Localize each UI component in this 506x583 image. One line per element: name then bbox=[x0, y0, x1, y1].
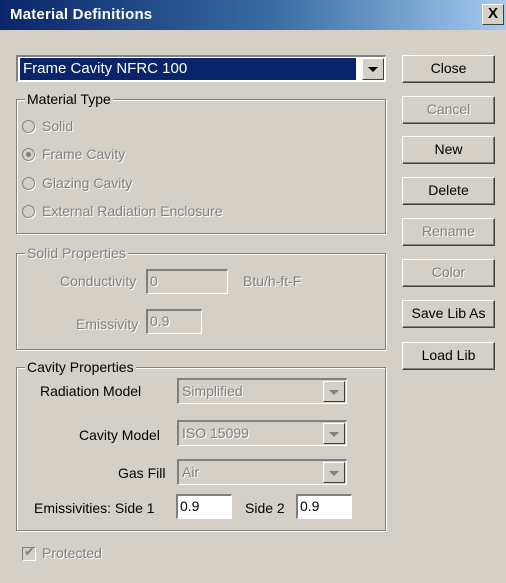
cavity-model-select[interactable]: ISO 15099 bbox=[177, 420, 347, 446]
emissivity-input[interactable]: 0.9 bbox=[146, 309, 202, 334]
radio-button-icon bbox=[22, 120, 35, 133]
cavity-properties-legend: Cavity Properties bbox=[25, 359, 136, 375]
radiation-model-dropdown-button[interactable] bbox=[323, 381, 345, 402]
title-bar[interactable]: Material Definitions X bbox=[0, 0, 506, 30]
radio-external-radiation-enclosure-label: External Radiation Enclosure bbox=[42, 203, 223, 219]
material-select[interactable]: Frame Cavity NFRC 100 bbox=[16, 55, 386, 82]
close-button[interactable]: Close bbox=[402, 55, 495, 83]
checkmark-icon: ✔ bbox=[24, 544, 35, 559]
material-select-value: Frame Cavity NFRC 100 bbox=[20, 58, 356, 80]
material-select-dropdown-button[interactable] bbox=[362, 58, 384, 80]
gas-fill-select[interactable]: Air bbox=[177, 459, 347, 485]
new-button[interactable]: New bbox=[402, 136, 495, 164]
cavity-model-label: Cavity Model bbox=[79, 427, 160, 443]
cancel-button[interactable]: Cancel bbox=[402, 96, 495, 124]
radio-button-icon bbox=[22, 205, 35, 218]
protected-label: Protected bbox=[42, 545, 102, 561]
chevron-down-icon bbox=[329, 470, 339, 476]
solid-properties-group: Solid Properties bbox=[16, 245, 386, 350]
side2-emissivity-input[interactable]: 0.9 bbox=[296, 494, 352, 519]
gas-fill-dropdown-button[interactable] bbox=[323, 462, 345, 483]
close-icon[interactable]: X bbox=[482, 4, 504, 25]
emissivity-label: Emissivity bbox=[76, 316, 139, 332]
window-title: Material Definitions bbox=[10, 6, 153, 23]
delete-button[interactable]: Delete bbox=[402, 177, 495, 205]
radiation-model-value: Simplified bbox=[182, 383, 243, 399]
gas-fill-label: Gas Fill bbox=[118, 465, 166, 481]
conductivity-label: Conductivity bbox=[60, 273, 137, 289]
radio-button-icon bbox=[22, 177, 35, 190]
emissivities-side1-label: Emissivities: Side 1 bbox=[34, 500, 155, 516]
radiation-model-label: Radiation Model bbox=[40, 383, 142, 399]
solid-properties-legend: Solid Properties bbox=[25, 245, 128, 261]
rename-button[interactable]: Rename bbox=[402, 218, 495, 246]
save-lib-as-button[interactable]: Save Lib As bbox=[402, 300, 495, 328]
radio-frame-cavity-label: Frame Cavity bbox=[42, 146, 126, 162]
side1-emissivity-input[interactable]: 0.9 bbox=[176, 494, 232, 519]
chevron-down-icon bbox=[368, 67, 378, 72]
radiation-model-select[interactable]: Simplified bbox=[177, 378, 347, 404]
material-type-legend: Material Type bbox=[25, 91, 113, 107]
radio-button-selected-icon bbox=[22, 148, 35, 161]
radio-glazing-cavity-label: Glazing Cavity bbox=[42, 175, 133, 191]
conductivity-input[interactable]: 0 bbox=[146, 269, 228, 294]
load-lib-button[interactable]: Load Lib bbox=[402, 342, 495, 370]
radio-solid-label: Solid bbox=[42, 118, 74, 134]
chevron-down-icon bbox=[329, 389, 339, 395]
color-button[interactable]: Color bbox=[402, 259, 495, 287]
cavity-model-dropdown-button[interactable] bbox=[323, 423, 345, 444]
chevron-down-icon bbox=[329, 431, 339, 437]
cavity-model-value: ISO 15099 bbox=[182, 425, 249, 441]
gas-fill-value: Air bbox=[182, 464, 200, 480]
protected-checkbox[interactable]: ✔ bbox=[22, 544, 36, 561]
conductivity-unit: Btu/h-ft-F bbox=[243, 273, 302, 289]
side2-label: Side 2 bbox=[245, 500, 285, 516]
